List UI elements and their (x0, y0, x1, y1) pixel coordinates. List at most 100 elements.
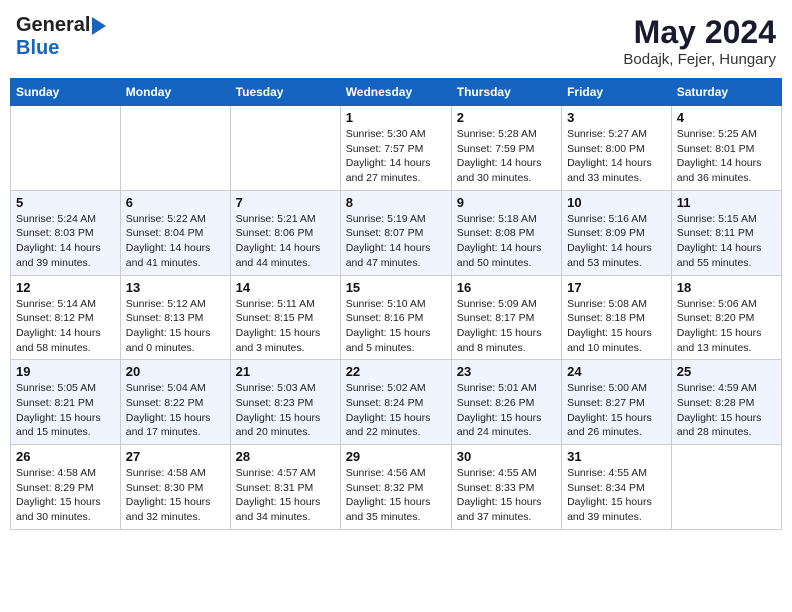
day-info: Sunrise: 5:05 AM Sunset: 8:21 PM Dayligh… (16, 381, 115, 440)
day-number: 14 (236, 280, 335, 295)
day-info: Sunrise: 4:58 AM Sunset: 8:30 PM Dayligh… (126, 466, 225, 525)
week-row-1: 1 Sunrise: 5:30 AM Sunset: 7:57 PM Daylig… (11, 106, 782, 191)
day-number: 20 (126, 364, 225, 379)
day-info: Sunrise: 5:27 AM Sunset: 8:00 PM Dayligh… (567, 127, 666, 186)
day-number: 26 (16, 449, 115, 464)
day-info: Sunrise: 5:18 AM Sunset: 8:08 PM Dayligh… (457, 212, 556, 271)
week-row-3: 12 Sunrise: 5:14 AM Sunset: 8:12 PM Dayli… (11, 275, 782, 360)
week-row-5: 26 Sunrise: 4:58 AM Sunset: 8:29 PM Dayli… (11, 445, 782, 530)
title-block: May 2024 Bodajk, Fejer, Hungary (623, 14, 776, 68)
day-info: Sunrise: 5:00 AM Sunset: 8:27 PM Dayligh… (567, 381, 666, 440)
day-info: Sunrise: 5:06 AM Sunset: 8:20 PM Dayligh… (677, 297, 776, 356)
calendar-cell: 7Sunrise: 5:21 AM Sunset: 8:06 PM Daylig… (230, 190, 340, 275)
calendar-cell: 16 Sunrise: 5:09 AM Sunset: 8:17 PM Dayli… (451, 275, 561, 360)
day-number: 23 (457, 364, 556, 379)
weekday-monday: Monday (120, 79, 230, 106)
day-number: 28 (236, 449, 335, 464)
calendar-cell: 14 Sunrise: 5:11 AM Sunset: 8:15 PM Dayli… (230, 275, 340, 360)
calendar-cell: 20 Sunrise: 5:04 AM Sunset: 8:22 PM Dayli… (120, 360, 230, 445)
calendar-cell: 27 Sunrise: 4:58 AM Sunset: 8:30 PM Dayli… (120, 445, 230, 530)
day-number: 8 (346, 195, 446, 210)
day-info: Sunrise: 5:19 AM Sunset: 8:07 PM Dayligh… (346, 212, 446, 271)
day-info: Sunrise: 4:56 AM Sunset: 8:32 PM Dayligh… (346, 466, 446, 525)
day-number: 9 (457, 195, 556, 210)
day-number: 12 (16, 280, 115, 295)
day-info: Sunrise: 5:15 AM Sunset: 8:11 PM Dayligh… (677, 212, 776, 271)
day-info: Sunrise: 5:08 AM Sunset: 8:18 PM Dayligh… (567, 297, 666, 356)
calendar-cell: 29 Sunrise: 4:56 AM Sunset: 8:32 PM Dayli… (340, 445, 451, 530)
calendar-cell: 3Sunrise: 5:27 AM Sunset: 8:00 PM Daylig… (562, 106, 672, 191)
calendar-cell (230, 106, 340, 191)
calendar-cell: 26 Sunrise: 4:58 AM Sunset: 8:29 PM Dayli… (11, 445, 121, 530)
weekday-saturday: Saturday (671, 79, 781, 106)
day-info: Sunrise: 5:11 AM Sunset: 8:15 PM Dayligh… (236, 297, 335, 356)
day-number: 25 (677, 364, 776, 379)
day-number: 13 (126, 280, 225, 295)
calendar-cell: 31Sunrise: 4:55 AM Sunset: 8:34 PM Dayli… (562, 445, 672, 530)
calendar-cell: 28 Sunrise: 4:57 AM Sunset: 8:31 PM Dayli… (230, 445, 340, 530)
month-title: May 2024 (623, 14, 776, 51)
day-info: Sunrise: 4:55 AM Sunset: 8:34 PM Dayligh… (567, 466, 666, 525)
day-number: 16 (457, 280, 556, 295)
calendar-cell: 22 Sunrise: 5:02 AM Sunset: 8:24 PM Dayli… (340, 360, 451, 445)
day-number: 29 (346, 449, 446, 464)
calendar-cell: 15 Sunrise: 5:10 AM Sunset: 8:16 PM Dayli… (340, 275, 451, 360)
calendar-cell: 11 Sunrise: 5:15 AM Sunset: 8:11 PM Dayli… (671, 190, 781, 275)
day-info: Sunrise: 5:04 AM Sunset: 8:22 PM Dayligh… (126, 381, 225, 440)
calendar-cell: 12 Sunrise: 5:14 AM Sunset: 8:12 PM Dayli… (11, 275, 121, 360)
calendar-cell: 30Sunrise: 4:55 AM Sunset: 8:33 PM Dayli… (451, 445, 561, 530)
logo-blue: Blue (16, 37, 59, 59)
day-number: 4 (677, 110, 776, 125)
calendar-cell: 2Sunrise: 5:28 AM Sunset: 7:59 PM Daylig… (451, 106, 561, 191)
weekday-sunday: Sunday (11, 79, 121, 106)
calendar-cell: 18Sunrise: 5:06 AM Sunset: 8:20 PM Dayli… (671, 275, 781, 360)
calendar-cell: 9 Sunrise: 5:18 AM Sunset: 8:08 PM Daylig… (451, 190, 561, 275)
page-header: General Blue May 2024 Bodajk, Fejer, Hun… (10, 10, 782, 72)
calendar-cell: 6 Sunrise: 5:22 AM Sunset: 8:04 PM Daylig… (120, 190, 230, 275)
calendar-cell: 4 Sunrise: 5:25 AM Sunset: 8:01 PM Daylig… (671, 106, 781, 191)
day-number: 1 (346, 110, 446, 125)
day-info: Sunrise: 5:02 AM Sunset: 8:24 PM Dayligh… (346, 381, 446, 440)
day-info: Sunrise: 4:59 AM Sunset: 8:28 PM Dayligh… (677, 381, 776, 440)
day-number: 15 (346, 280, 446, 295)
weekday-tuesday: Tuesday (230, 79, 340, 106)
weekday-header-row: SundayMondayTuesdayWednesdayThursdayFrid… (11, 79, 782, 106)
day-number: 2 (457, 110, 556, 125)
calendar-cell: 1 Sunrise: 5:30 AM Sunset: 7:57 PM Daylig… (340, 106, 451, 191)
day-info: Sunrise: 5:22 AM Sunset: 8:04 PM Dayligh… (126, 212, 225, 271)
day-number: 11 (677, 195, 776, 210)
logo-general: General (16, 14, 90, 37)
day-info: Sunrise: 5:16 AM Sunset: 8:09 PM Dayligh… (567, 212, 666, 271)
calendar-table: SundayMondayTuesdayWednesdayThursdayFrid… (10, 78, 782, 530)
day-info: Sunrise: 5:01 AM Sunset: 8:26 PM Dayligh… (457, 381, 556, 440)
weekday-wednesday: Wednesday (340, 79, 451, 106)
weekday-thursday: Thursday (451, 79, 561, 106)
day-info: Sunrise: 5:25 AM Sunset: 8:01 PM Dayligh… (677, 127, 776, 186)
day-number: 5 (16, 195, 115, 210)
day-info: Sunrise: 4:57 AM Sunset: 8:31 PM Dayligh… (236, 466, 335, 525)
calendar-cell: 21 Sunrise: 5:03 AM Sunset: 8:23 PM Dayli… (230, 360, 340, 445)
calendar-cell (671, 445, 781, 530)
calendar-cell: 23 Sunrise: 5:01 AM Sunset: 8:26 PM Dayli… (451, 360, 561, 445)
day-info: Sunrise: 5:30 AM Sunset: 7:57 PM Dayligh… (346, 127, 446, 186)
week-row-4: 19 Sunrise: 5:05 AM Sunset: 8:21 PM Dayli… (11, 360, 782, 445)
day-number: 6 (126, 195, 225, 210)
calendar-cell: 25 Sunrise: 4:59 AM Sunset: 8:28 PM Dayli… (671, 360, 781, 445)
calendar-cell: 8 Sunrise: 5:19 AM Sunset: 8:07 PM Daylig… (340, 190, 451, 275)
day-info: Sunrise: 4:58 AM Sunset: 8:29 PM Dayligh… (16, 466, 115, 525)
day-info: Sunrise: 5:14 AM Sunset: 8:12 PM Dayligh… (16, 297, 115, 356)
day-number: 22 (346, 364, 446, 379)
day-number: 21 (236, 364, 335, 379)
day-info: Sunrise: 5:21 AM Sunset: 8:06 PM Dayligh… (236, 212, 335, 271)
day-info: Sunrise: 5:09 AM Sunset: 8:17 PM Dayligh… (457, 297, 556, 356)
calendar-cell: 10 Sunrise: 5:16 AM Sunset: 8:09 PM Dayli… (562, 190, 672, 275)
calendar-cell: 24 Sunrise: 5:00 AM Sunset: 8:27 PM Dayli… (562, 360, 672, 445)
day-info: Sunrise: 5:03 AM Sunset: 8:23 PM Dayligh… (236, 381, 335, 440)
day-number: 27 (126, 449, 225, 464)
day-number: 10 (567, 195, 666, 210)
calendar-cell: 5Sunrise: 5:24 AM Sunset: 8:03 PM Daylig… (11, 190, 121, 275)
calendar-cell (120, 106, 230, 191)
day-info: Sunrise: 5:10 AM Sunset: 8:16 PM Dayligh… (346, 297, 446, 356)
day-number: 19 (16, 364, 115, 379)
day-number: 24 (567, 364, 666, 379)
